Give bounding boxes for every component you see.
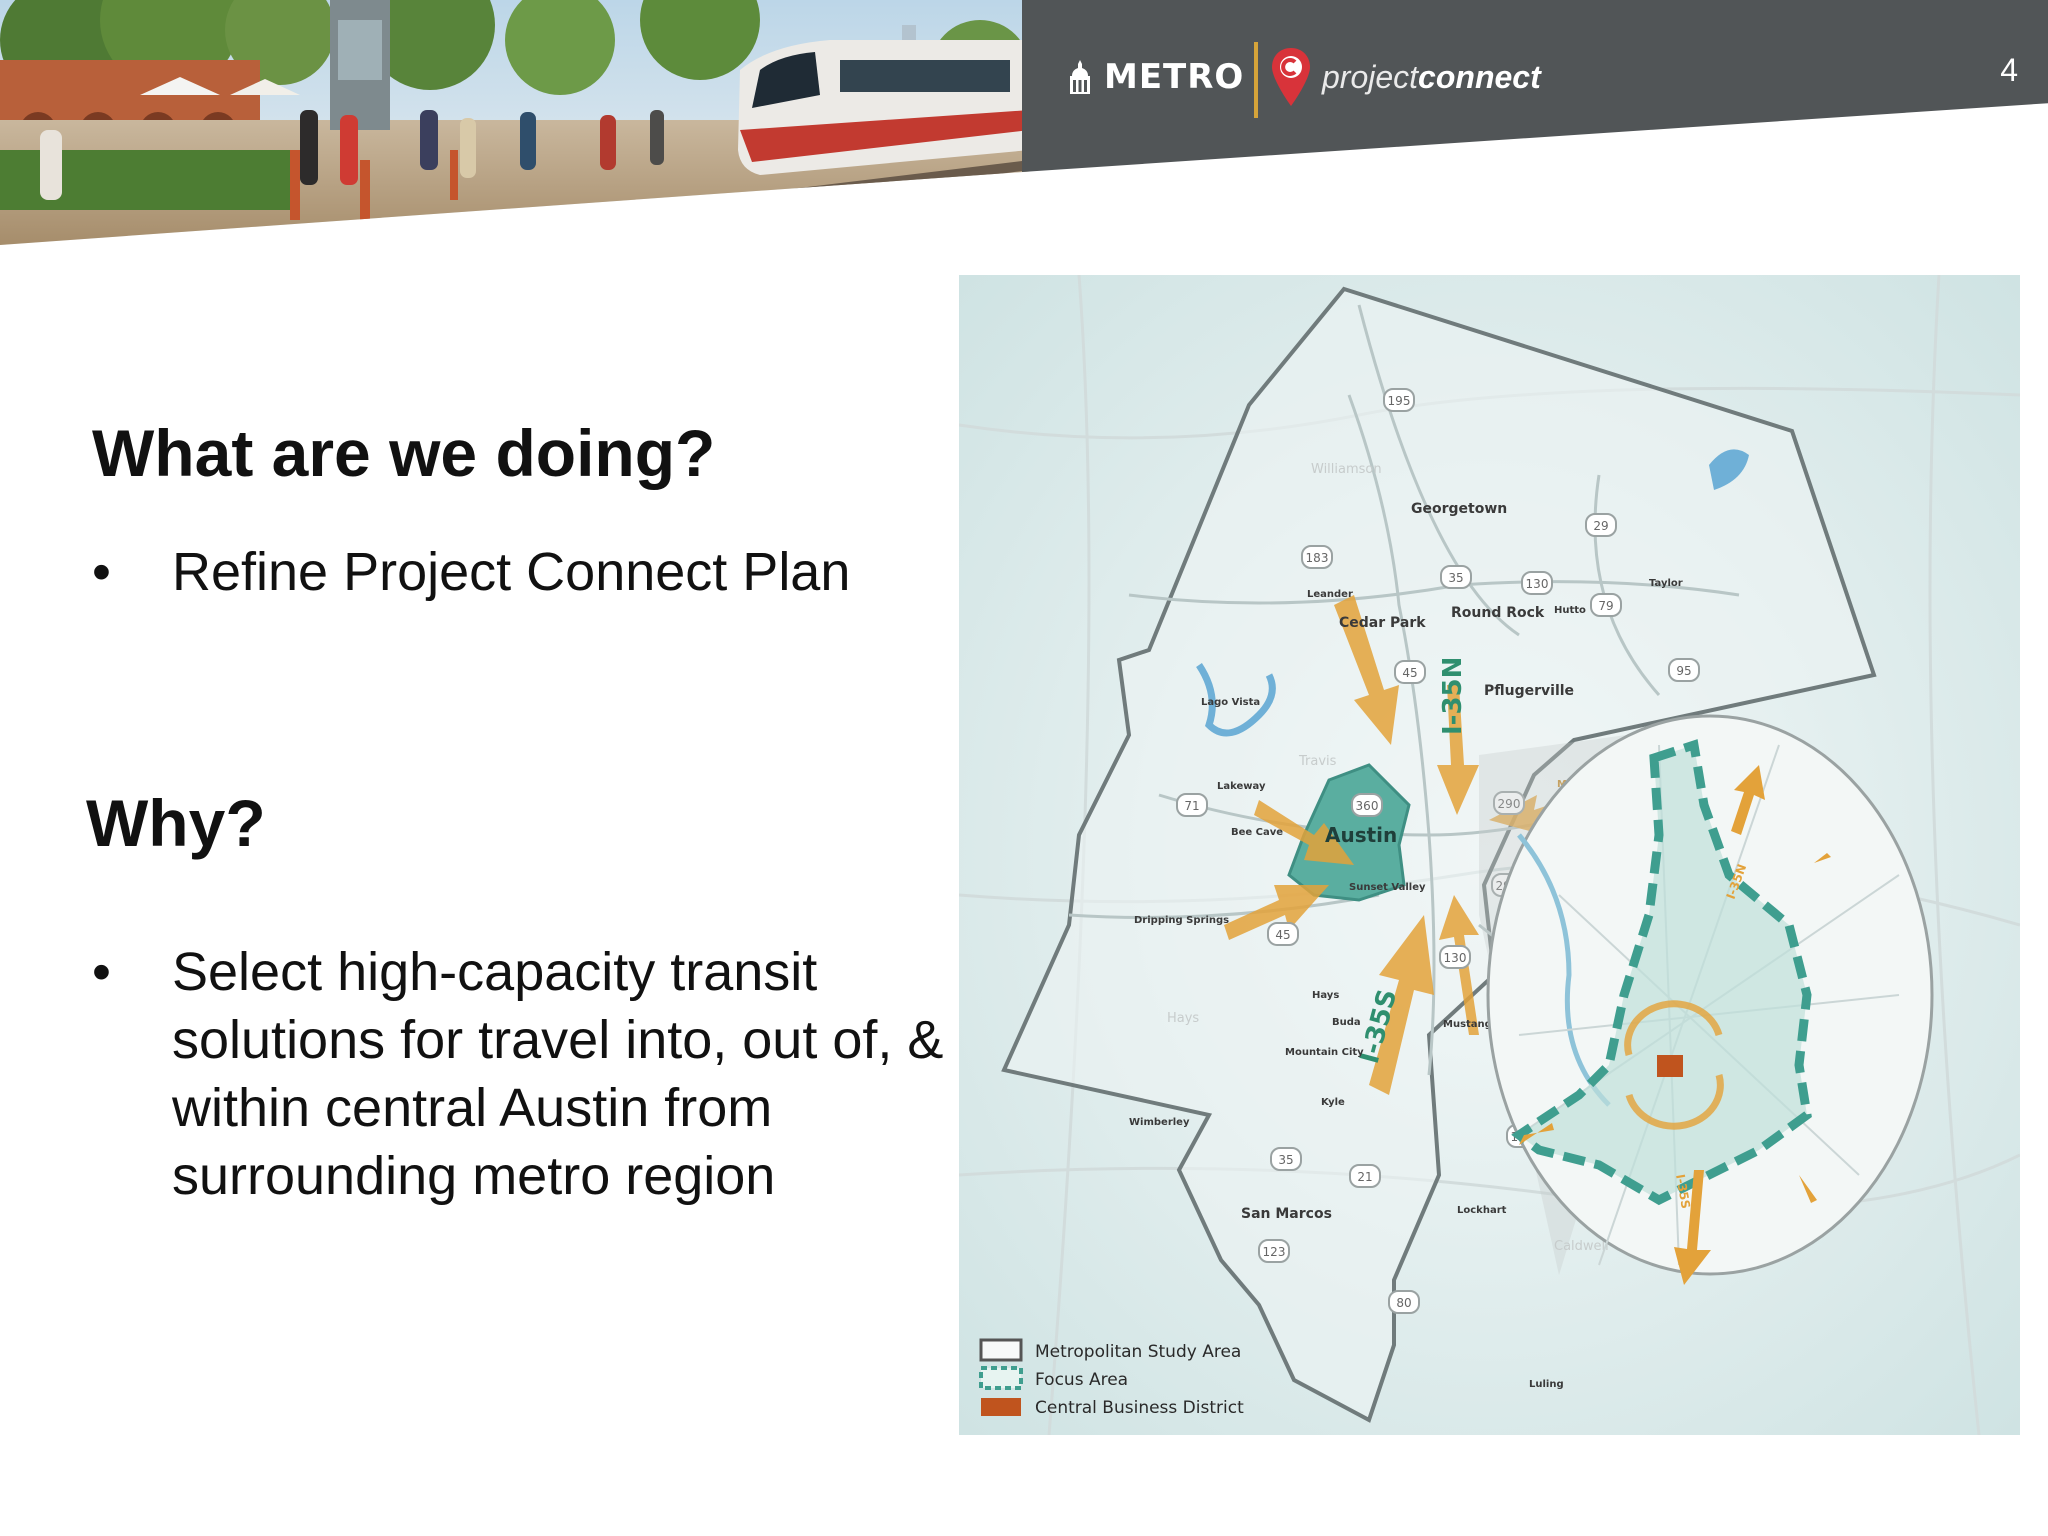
place-label: Buda: [1332, 1017, 1361, 1028]
projectconnect-logo-light: project: [1322, 58, 1419, 95]
highway-shield-label: 71: [1184, 799, 1199, 813]
question-heading-what: What are we doing?: [92, 416, 716, 490]
county-label: Williamson: [1311, 462, 1382, 477]
study-area-map: I-35N I-35S Georgetown Round Rock Pfluge…: [959, 275, 2020, 1435]
place-label: Taylor: [1649, 578, 1683, 589]
county-label: Hays: [1167, 1011, 1199, 1026]
legend-label: Metropolitan Study Area: [1035, 1342, 1241, 1362]
place-label: Dripping Springs: [1134, 915, 1229, 926]
highway-shield-icon: 123: [1258, 1239, 1290, 1263]
rail-station-illustration: [0, 0, 1030, 245]
projectconnect-logo-bold: connect: [1418, 58, 1541, 95]
place-label: Mountain City: [1285, 1047, 1364, 1058]
corridor-label-north: I-35N: [1438, 657, 1468, 735]
county-label: Travis: [1298, 754, 1337, 769]
highway-shield-icon: 183: [1301, 545, 1333, 569]
highway-shield-label: 130: [1526, 577, 1549, 591]
highway-shield-icon: 45: [1394, 660, 1426, 684]
highway-shield-icon: 130: [1439, 945, 1471, 969]
place-label: Round Rock: [1451, 605, 1545, 621]
highway-shield-label: 360: [1356, 799, 1379, 813]
highway-shield-label: 123: [1263, 1245, 1286, 1259]
highway-shield-icon: 71: [1176, 793, 1208, 817]
metro-logo-text: METRO: [1104, 57, 1245, 97]
highway-shield-label: 130: [1444, 951, 1467, 965]
map-graphic: I-35N I-35S Georgetown Round Rock Pfluge…: [959, 275, 2020, 1435]
highway-shield-icon: 195: [1383, 388, 1415, 412]
highway-shield-icon: 35: [1270, 1147, 1302, 1171]
highway-shield-icon: 95: [1668, 658, 1700, 682]
place-label-austin: Austin: [1325, 823, 1397, 847]
header-photo-banner: [0, 0, 1030, 245]
bullet-icon: •: [92, 542, 111, 602]
legend-label: Focus Area: [1035, 1370, 1128, 1390]
legend-swatch-study-area: [979, 1338, 1023, 1362]
capitol-icon: [1070, 60, 1090, 94]
bullet-text: Refine Project Connect Plan: [172, 542, 851, 602]
bullet-icon: •: [92, 942, 111, 1002]
place-label: Hutto: [1554, 605, 1586, 616]
place-label: Hays: [1312, 990, 1339, 1001]
bullet-item: • Refine Project Connect Plan: [92, 538, 850, 606]
cbd-area: [1657, 1055, 1683, 1077]
place-label: Lago Vista: [1201, 697, 1260, 708]
place-label: Wimberley: [1129, 1117, 1190, 1128]
highway-shield-icon: 45: [1267, 922, 1299, 946]
highway-shield-icon: 29: [1585, 513, 1617, 537]
bullet-text: Select high-capacity transit solutions f…: [172, 942, 944, 1206]
highway-shield-label: 35: [1448, 571, 1463, 585]
highway-shield-icon: 80: [1388, 1290, 1420, 1314]
metro-logo: METRO: [1068, 52, 1244, 102]
bullet-item: • Select high-capacity transit solutions…: [92, 938, 972, 1210]
logo-divider: [1254, 42, 1258, 118]
legend-swatch-focus-area: [979, 1366, 1023, 1390]
highway-shield-label: 35: [1278, 1153, 1293, 1167]
highway-shield-label: 80: [1396, 1296, 1411, 1310]
place-label: Kyle: [1321, 1097, 1345, 1108]
place-label: Georgetown: [1411, 501, 1507, 517]
highway-shield-icon: 35: [1440, 565, 1472, 589]
place-label: Sunset Valley: [1349, 882, 1426, 893]
legend-label: Central Business District: [1035, 1398, 1244, 1418]
place-label: San Marcos: [1241, 1206, 1332, 1222]
place-label: Lockhart: [1457, 1205, 1507, 1216]
place-label: Luling: [1529, 1379, 1564, 1390]
page-number: 4: [2000, 52, 2018, 88]
projectconnect-logo: projectconnect: [1270, 44, 1541, 110]
highway-shield-label: 79: [1598, 599, 1613, 613]
place-label: Bee Cave: [1231, 827, 1283, 838]
place-label: Leander: [1307, 589, 1353, 600]
highway-shield-icon: 360: [1351, 793, 1383, 817]
place-label: Lakeway: [1217, 781, 1266, 792]
highway-shield-icon: 130: [1521, 571, 1553, 595]
location-pin-icon: [1272, 48, 1310, 106]
highway-shield-label: 95: [1676, 664, 1691, 678]
legend-swatch-cbd: [981, 1398, 1021, 1416]
place-label: Cedar Park: [1339, 615, 1426, 631]
highway-shield-label: 21: [1357, 1170, 1372, 1184]
highway-shield-label: 45: [1275, 928, 1290, 942]
highway-shield-label: 195: [1388, 394, 1411, 408]
place-label: Pflugerville: [1484, 683, 1574, 699]
highway-shield-icon: 21: [1349, 1164, 1381, 1188]
highway-shield-icon: 79: [1590, 593, 1622, 617]
question-heading-why: Why?: [86, 786, 266, 860]
highway-shield-label: 183: [1306, 551, 1329, 565]
highway-shield-label: 45: [1402, 666, 1417, 680]
highway-shield-label: 29: [1593, 519, 1608, 533]
